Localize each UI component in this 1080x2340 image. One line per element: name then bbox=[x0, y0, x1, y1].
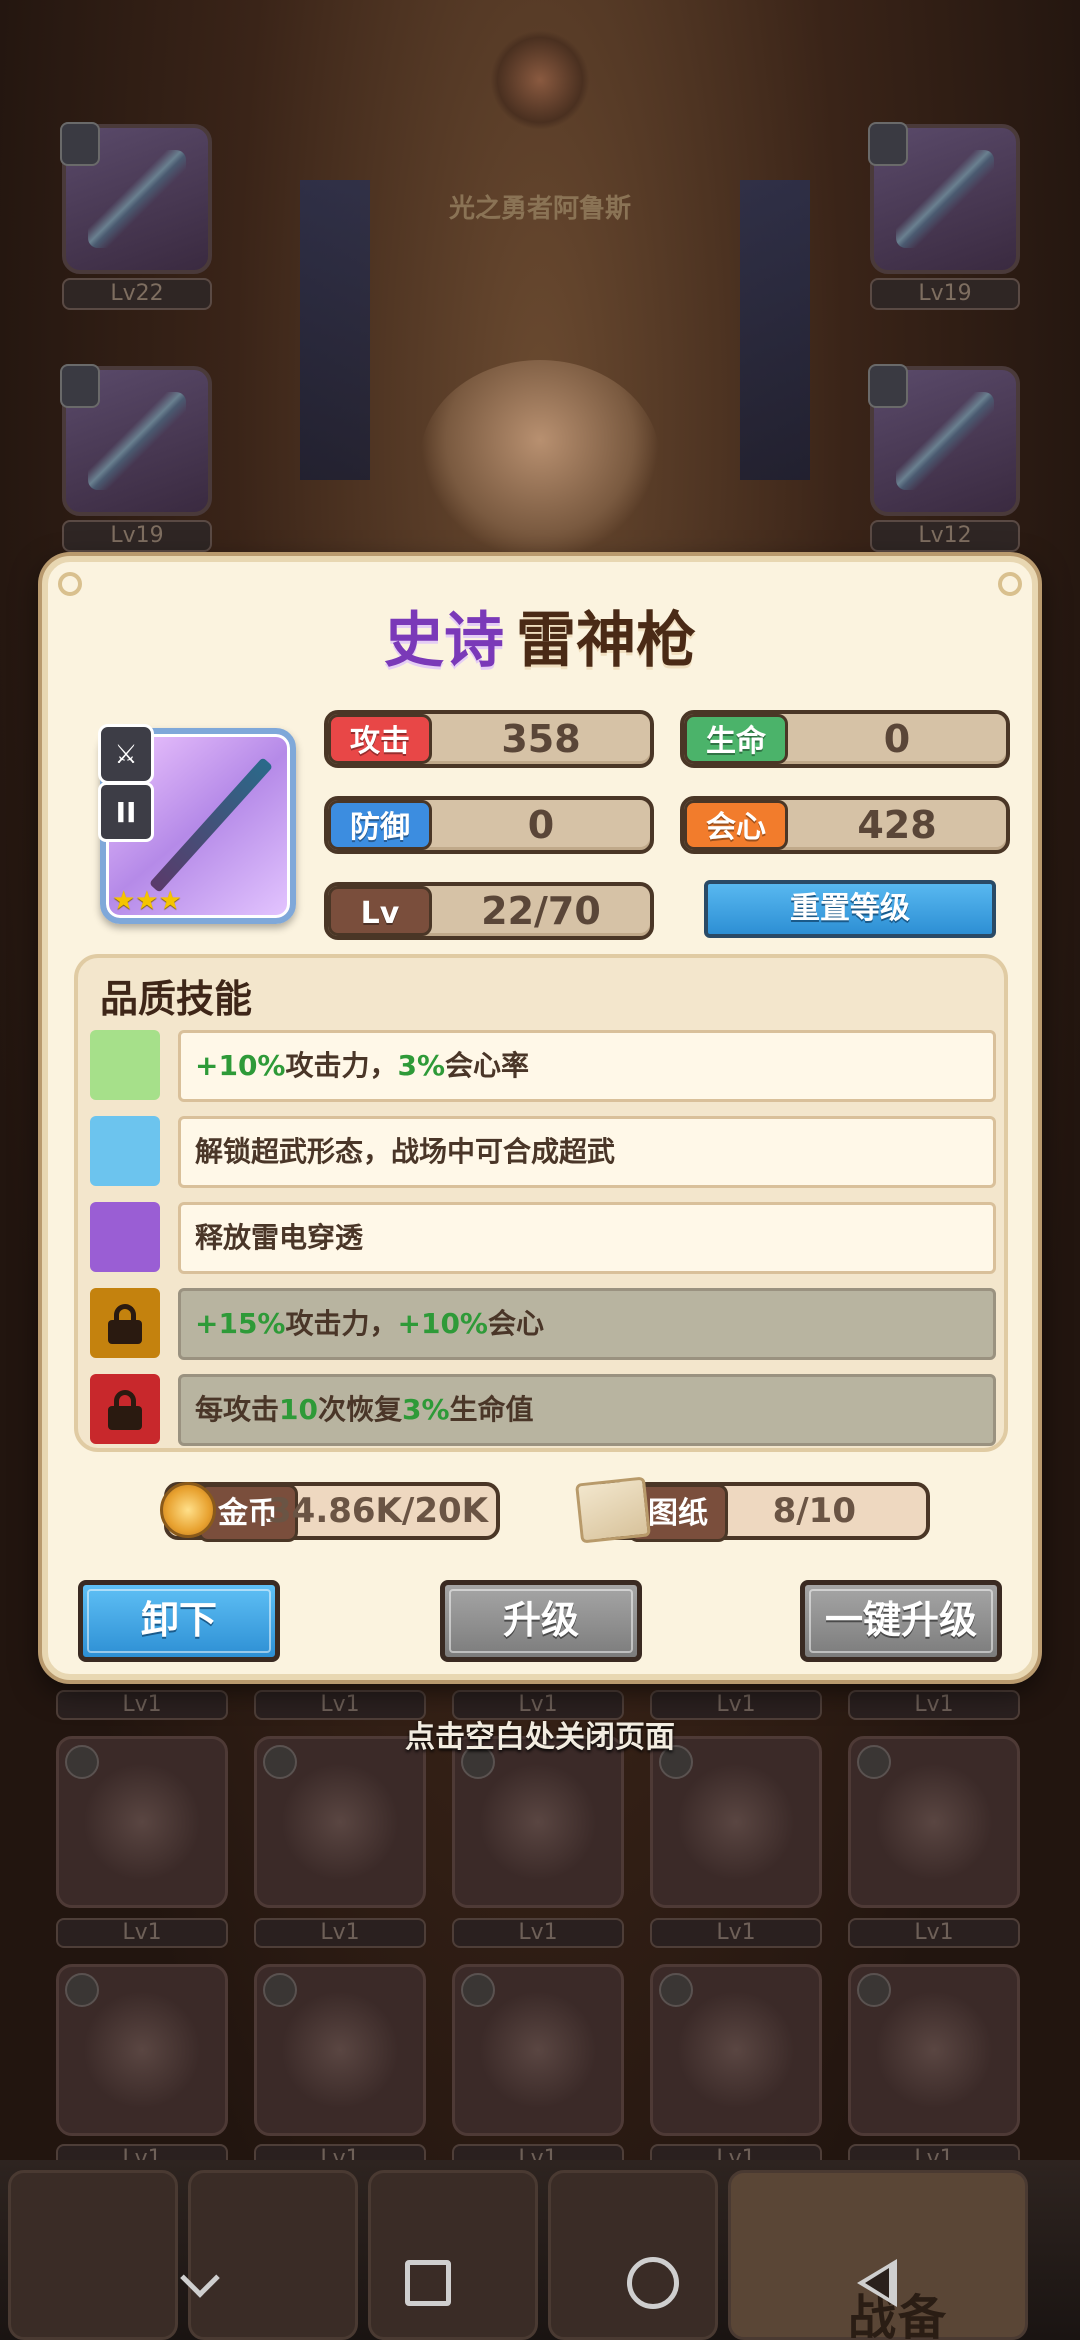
back-button[interactable] bbox=[843, 2248, 913, 2318]
skill-description: +10%攻击力，3%会心率 bbox=[178, 1030, 996, 1102]
inventory-item-helmet[interactable] bbox=[848, 1964, 1020, 2136]
home-button[interactable] bbox=[618, 2248, 688, 2318]
inventory-level: Lv1 bbox=[848, 1918, 1020, 1948]
skill-row: +15%攻击力，+10%会心 bbox=[90, 1288, 996, 1362]
mask-icon bbox=[896, 150, 994, 248]
skills-title: 品质技能 bbox=[100, 977, 253, 1021]
stat-hp-value: 0 bbox=[883, 717, 911, 761]
skill-row: 解锁超武形态，战场中可合成超武 bbox=[90, 1116, 996, 1190]
unequip-button[interactable]: 卸下 bbox=[78, 1580, 280, 1662]
lock-icon bbox=[108, 1304, 142, 1344]
coin-icon bbox=[160, 1482, 216, 1538]
stat-hp-label: 生命 bbox=[684, 714, 788, 764]
inventory-level: Lv1 bbox=[452, 1918, 624, 1948]
skill-quality-swatch bbox=[90, 1202, 160, 1272]
inventory-level: Lv1 bbox=[254, 1918, 426, 1948]
skill-quality-swatch bbox=[90, 1116, 160, 1186]
stat-level: Lv 22/70 bbox=[324, 882, 654, 940]
chevron-down-icon bbox=[179, 2257, 220, 2298]
inventory-level: Lv1 bbox=[650, 1918, 822, 1948]
system-nav-bar bbox=[0, 2225, 1080, 2340]
item-title: 史诗 雷神枪 bbox=[48, 592, 1032, 679]
inventory-item-belt[interactable] bbox=[254, 1736, 426, 1908]
stat-crit-label: 会心 bbox=[684, 800, 788, 850]
blueprint-icon bbox=[575, 1476, 651, 1544]
stat-hp: 生命 0 bbox=[680, 710, 1010, 768]
equip-slot-level: Lv19 bbox=[870, 278, 1020, 310]
sword-icon: ⚔ bbox=[98, 724, 154, 784]
gauntlet-icon bbox=[88, 392, 186, 490]
inventory-item-helmet[interactable] bbox=[452, 1964, 624, 2136]
helmet-icon bbox=[659, 1973, 693, 2007]
circle-icon bbox=[626, 2256, 679, 2309]
recents-button[interactable] bbox=[393, 2248, 463, 2318]
lock-icon bbox=[108, 1390, 142, 1430]
close-hint[interactable]: 点击空白处关闭页面 bbox=[0, 1712, 1080, 1756]
skill-description: +15%攻击力，+10%会心 bbox=[178, 1288, 996, 1360]
skill-row: +10%攻击力，3%会心率 bbox=[90, 1030, 996, 1104]
stat-crit: 会心 428 bbox=[680, 796, 1010, 854]
helmet-icon bbox=[857, 1973, 891, 2007]
equip-slot-weapon[interactable] bbox=[60, 122, 212, 274]
inventory-level: Lv1 bbox=[56, 1918, 228, 1948]
skill-description: 每攻击10次恢复3%生命值 bbox=[178, 1374, 996, 1446]
blueprint-resource: 图纸 8/10 bbox=[575, 1476, 930, 1544]
inventory-item-spear[interactable] bbox=[650, 1736, 822, 1908]
inventory-item-helmet[interactable] bbox=[650, 1964, 822, 2136]
inventory-item-shield[interactable] bbox=[452, 1736, 624, 1908]
item-name: 雷神枪 bbox=[516, 606, 696, 676]
stat-level-label: Lv bbox=[328, 886, 432, 936]
triangle-back-icon bbox=[856, 2258, 897, 2307]
skill-quality-swatch bbox=[90, 1030, 160, 1100]
equip-slot-level: Lv12 bbox=[870, 520, 1020, 552]
skill-row: 每攻击10次恢复3%生命值 bbox=[90, 1374, 996, 1448]
stat-crit-value: 428 bbox=[857, 803, 937, 847]
skill-quality-swatch bbox=[90, 1374, 160, 1444]
spear-icon bbox=[88, 150, 186, 248]
helmet-icon bbox=[263, 1973, 297, 2007]
equip-slot-level: Lv22 bbox=[62, 278, 212, 310]
chestplate-icon bbox=[896, 392, 994, 490]
equip-slot-helmet[interactable] bbox=[868, 122, 1020, 274]
blueprint-value: 8/10 bbox=[772, 1491, 856, 1531]
inventory-item-staff[interactable] bbox=[56, 1964, 228, 2136]
gold-value: 34.86K/20K bbox=[268, 1491, 488, 1531]
skill-row: 释放雷电穿透 bbox=[90, 1202, 996, 1276]
skill-description: 释放雷电穿透 bbox=[178, 1202, 996, 1274]
hide-nav-button[interactable] bbox=[168, 2248, 238, 2318]
spear-icon bbox=[148, 757, 274, 893]
stat-attack: 攻击 358 bbox=[324, 710, 654, 768]
reset-level-button[interactable]: 重置等级 bbox=[704, 880, 996, 938]
item-detail-dialog: 史诗 雷神枪 ⚔ II ★★★ 攻击 358 生命 0 防御 0 会心 428 L… bbox=[42, 556, 1038, 1680]
stat-defense: 防御 0 bbox=[324, 796, 654, 854]
upgrade-all-button[interactable]: 一键升级 bbox=[800, 1580, 1002, 1662]
item-rarity: 史诗 bbox=[384, 606, 504, 676]
square-icon bbox=[404, 2259, 451, 2306]
hero-crest-icon bbox=[490, 30, 590, 130]
hero-portrait bbox=[420, 360, 660, 560]
skill-quality-swatch bbox=[90, 1288, 160, 1358]
stat-level-value: 22/70 bbox=[481, 889, 601, 933]
item-icon: ⚔ II ★★★ bbox=[98, 724, 296, 924]
banner-left bbox=[300, 180, 370, 480]
stat-defense-label: 防御 bbox=[328, 800, 432, 850]
stat-attack-value: 358 bbox=[501, 717, 581, 761]
equip-slot-level: Lv19 bbox=[62, 520, 212, 552]
inventory-item-spear[interactable] bbox=[848, 1736, 1020, 1908]
star-rating: ★★★ bbox=[112, 886, 182, 916]
equip-slot-gloves[interactable] bbox=[60, 364, 212, 516]
sword-icon bbox=[65, 1973, 99, 2007]
stat-defense-value: 0 bbox=[527, 803, 555, 847]
tier-badge: II bbox=[98, 782, 154, 842]
skill-description: 解锁超武形态，战场中可合成超武 bbox=[178, 1116, 996, 1188]
quality-skills-panel: 品质技能 +10%攻击力，3%会心率 解锁超武形态，战场中可合成超武 释放雷电穿透 +… bbox=[74, 954, 1008, 1452]
upgrade-button[interactable]: 升级 bbox=[440, 1580, 642, 1662]
stat-attack-label: 攻击 bbox=[328, 714, 432, 764]
inventory-item-helmet[interactable] bbox=[254, 1964, 426, 2136]
inventory-item-belt[interactable] bbox=[56, 1736, 228, 1908]
banner-right bbox=[740, 180, 810, 480]
gold-resource: 金币 34.86K/20K bbox=[160, 1482, 500, 1542]
helmet-icon bbox=[461, 1973, 495, 2007]
equip-slot-armor[interactable] bbox=[868, 364, 1020, 516]
